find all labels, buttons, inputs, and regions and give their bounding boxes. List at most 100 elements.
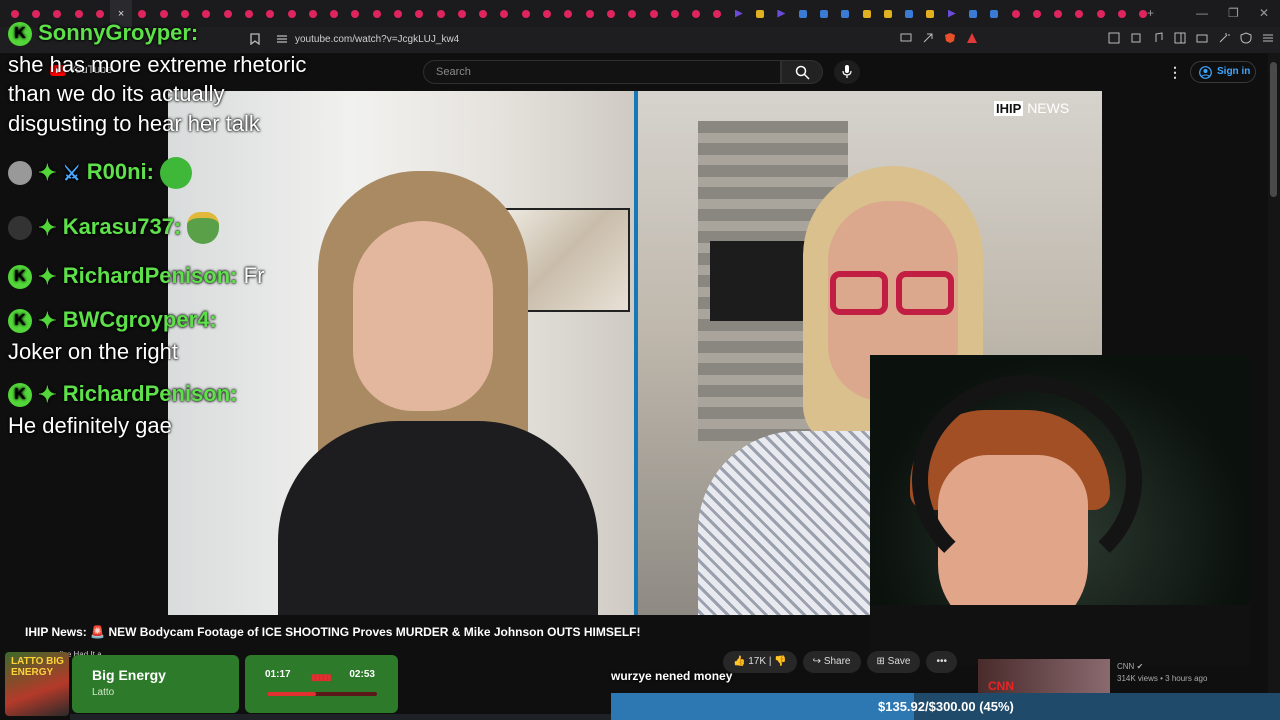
browser-tab[interactable] bbox=[1069, 0, 1090, 27]
browser-tab[interactable] bbox=[302, 0, 323, 27]
favicon-icon bbox=[436, 9, 445, 18]
browser-tab[interactable] bbox=[409, 0, 430, 27]
favicon-icon bbox=[606, 9, 615, 18]
browser-tab[interactable] bbox=[962, 0, 983, 27]
maximize-button[interactable]: ❐ bbox=[1228, 6, 1239, 20]
browser-tab[interactable] bbox=[1005, 0, 1026, 27]
browser-tab[interactable] bbox=[707, 0, 728, 27]
like-button[interactable]: 👍 17K | 👎 bbox=[723, 651, 797, 673]
browser-tab[interactable] bbox=[536, 0, 557, 27]
browser-tab[interactable] bbox=[749, 0, 770, 27]
song-artist: Latto bbox=[92, 687, 115, 698]
browser-tab[interactable] bbox=[686, 0, 707, 27]
favicon-icon bbox=[883, 9, 892, 18]
browser-tab[interactable] bbox=[1090, 0, 1111, 27]
favicon-icon bbox=[1075, 9, 1084, 18]
extension-frame-icon[interactable] bbox=[1130, 32, 1142, 44]
browser-tab[interactable] bbox=[281, 0, 302, 27]
url-field[interactable]: youtube.com/watch?v=JcgkLUJ_kw4 bbox=[295, 34, 459, 45]
vpn-shield-icon[interactable] bbox=[1240, 32, 1252, 44]
browser-tab[interactable] bbox=[622, 0, 643, 27]
browser-tab[interactable] bbox=[494, 0, 515, 27]
browser-tab[interactable] bbox=[238, 0, 259, 27]
favicon-icon bbox=[479, 9, 488, 18]
magic-icon[interactable] bbox=[1218, 32, 1230, 44]
browser-tab[interactable] bbox=[345, 0, 366, 27]
browser-tab[interactable] bbox=[515, 0, 536, 27]
glasses-left-lens bbox=[830, 271, 888, 315]
close-window-button[interactable]: ✕ bbox=[1259, 6, 1269, 20]
donation-goal-fill bbox=[611, 693, 915, 720]
wallet-icon[interactable] bbox=[1196, 32, 1208, 44]
sidebar-icon[interactable] bbox=[1174, 32, 1186, 44]
chat-message-text: Joker on the right bbox=[8, 339, 178, 365]
browser-tab[interactable] bbox=[728, 0, 749, 27]
more-actions-button[interactable]: ••• bbox=[926, 651, 957, 673]
favicon-icon bbox=[713, 9, 722, 18]
chat-message: K ✦ RichardPenison: bbox=[8, 381, 238, 408]
browser-tab[interactable] bbox=[941, 0, 962, 27]
kick-badge-icon: K bbox=[8, 265, 32, 290]
browser-tab[interactable] bbox=[387, 0, 408, 27]
suggested-video-meta[interactable]: CNN ✔ 314K views • 3 hours ago bbox=[1117, 661, 1207, 685]
browser-tab[interactable] bbox=[835, 0, 856, 27]
music-note-icon[interactable] bbox=[1152, 32, 1164, 44]
minimize-button[interactable]: — bbox=[1196, 6, 1208, 20]
live-caption: wurzye nened money bbox=[611, 669, 733, 683]
page-scrollbar-thumb[interactable] bbox=[1270, 62, 1277, 197]
browser-tab[interactable] bbox=[898, 0, 919, 27]
browser-tab[interactable] bbox=[451, 0, 472, 27]
user-avatar-icon bbox=[8, 161, 32, 185]
chat-text: Fr bbox=[243, 263, 265, 288]
suggested-video-thumbnail[interactable]: CNN bbox=[978, 659, 1110, 697]
browser-tab[interactable] bbox=[260, 0, 281, 27]
browser-tab[interactable] bbox=[856, 0, 877, 27]
browser-tab[interactable] bbox=[813, 0, 834, 27]
chat-message-text: than we do its actually bbox=[8, 81, 224, 107]
browser-tab[interactable] bbox=[1111, 0, 1132, 27]
rewards-icon[interactable] bbox=[966, 32, 978, 44]
favicon-icon bbox=[53, 9, 62, 18]
site-settings-icon[interactable] bbox=[276, 34, 288, 47]
browser-tab[interactable] bbox=[771, 0, 792, 27]
new-tab-button[interactable]: + bbox=[1147, 6, 1154, 20]
browser-tab[interactable] bbox=[664, 0, 685, 27]
browser-tab[interactable] bbox=[1048, 0, 1069, 27]
save-button[interactable]: ⊞ Save bbox=[866, 651, 921, 673]
search-button[interactable] bbox=[781, 60, 823, 84]
thumbs-down-icon[interactable]: | 👎 bbox=[769, 656, 787, 667]
browser-tab[interactable] bbox=[196, 0, 217, 27]
favicon-icon bbox=[244, 9, 253, 18]
share-button[interactable]: ↪ Share bbox=[802, 651, 861, 673]
search-input[interactable]: Search bbox=[423, 60, 781, 84]
extension-puzzle-icon[interactable] bbox=[1108, 32, 1120, 44]
browser-tab[interactable] bbox=[877, 0, 898, 27]
like-count: 17K bbox=[748, 656, 767, 667]
bookmark-icon[interactable] bbox=[250, 33, 260, 48]
browser-tab[interactable] bbox=[323, 0, 344, 27]
browser-tab[interactable] bbox=[984, 0, 1005, 27]
share-page-icon[interactable] bbox=[922, 32, 934, 44]
browser-tab[interactable] bbox=[579, 0, 600, 27]
browser-menu-icon[interactable] bbox=[1262, 32, 1274, 44]
voice-search-button[interactable] bbox=[834, 60, 860, 84]
kebab-menu-icon[interactable]: ⋮ bbox=[1168, 64, 1182, 81]
favicon-icon bbox=[819, 9, 828, 18]
browser-tab[interactable] bbox=[643, 0, 664, 27]
subscriber-badge-icon: ✦ bbox=[38, 215, 57, 240]
browser-tab[interactable] bbox=[430, 0, 451, 27]
browser-tab[interactable] bbox=[558, 0, 579, 27]
sign-in-button[interactable]: Sign in bbox=[1190, 61, 1256, 83]
browser-tab[interactable] bbox=[366, 0, 387, 27]
browser-tab[interactable] bbox=[792, 0, 813, 27]
chat-message: ✦ Karasu737: bbox=[8, 212, 220, 244]
favicon-icon bbox=[969, 9, 977, 18]
browser-tab[interactable] bbox=[1026, 0, 1047, 27]
brave-shield-icon[interactable] bbox=[944, 32, 956, 44]
browser-tab[interactable] bbox=[473, 0, 494, 27]
save-icon: ⊞ bbox=[876, 656, 885, 667]
browser-tab[interactable] bbox=[600, 0, 621, 27]
browser-tab[interactable] bbox=[920, 0, 941, 27]
browser-tab[interactable] bbox=[217, 0, 238, 27]
screen-icon[interactable] bbox=[900, 32, 912, 44]
